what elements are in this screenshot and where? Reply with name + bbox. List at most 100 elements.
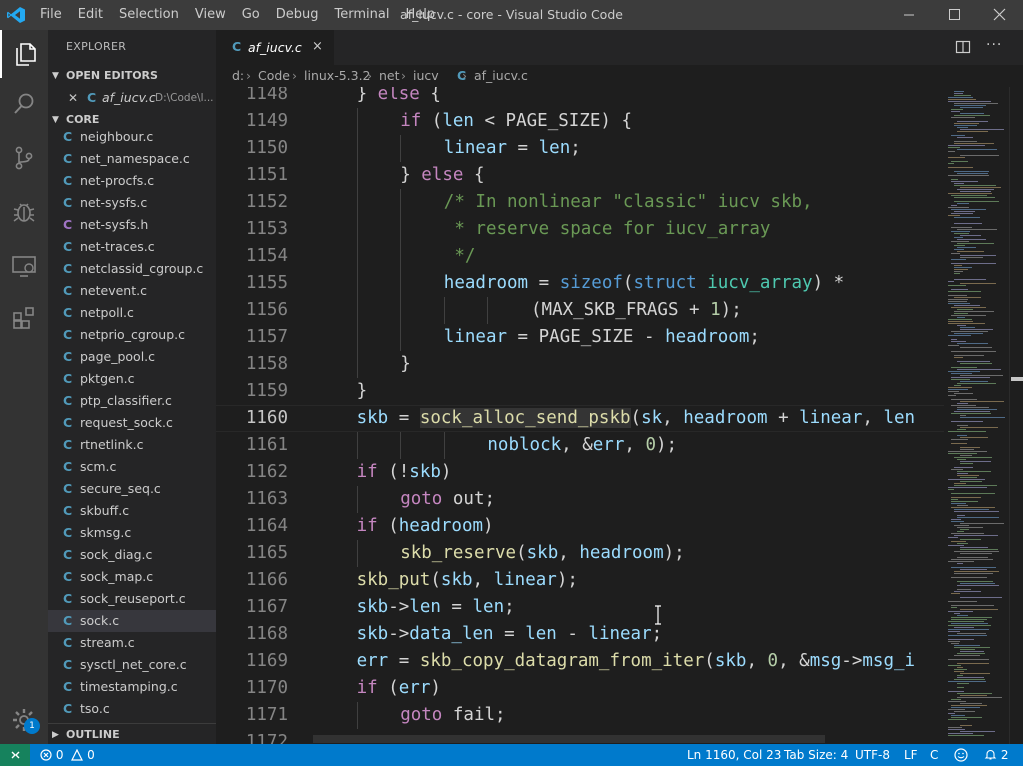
menu-file[interactable]: File (32, 0, 70, 30)
file-item[interactable]: Cptp_classifier.c (48, 390, 216, 412)
code-line[interactable]: 1157 linear = PAGE_SIZE - headroom; (216, 324, 944, 351)
menu-help[interactable]: Help (397, 0, 443, 30)
code-line[interactable]: 1171 goto fail; (216, 702, 944, 729)
file-item[interactable]: Cnet-traces.c (48, 236, 216, 258)
code-line[interactable]: 1163 goto out; (216, 486, 944, 513)
code-line[interactable]: 1153 * reserve space for iucv_array (216, 216, 944, 243)
extensions-icon[interactable] (0, 294, 48, 342)
problems-status[interactable]: 0 0 (40, 744, 95, 766)
line-ending[interactable]: LF (904, 744, 918, 766)
debug-icon[interactable] (0, 188, 48, 236)
vscode-logo-icon[interactable] (6, 6, 26, 24)
notifications-status[interactable]: 2 (984, 744, 1008, 766)
remote-explorer-icon[interactable] (0, 242, 48, 290)
file-item[interactable]: Cstream.c (48, 632, 216, 654)
code-line[interactable]: 1164 if (headroom) (216, 513, 944, 540)
code-line[interactable]: 1168 skb->data_len = len - linear; (216, 621, 944, 648)
vertical-scrollbar[interactable] (1009, 87, 1023, 744)
code-text: skb->data_len = len - linear; (357, 621, 663, 648)
menu-go[interactable]: Go (234, 0, 268, 30)
split-editor-icon[interactable] (955, 39, 971, 55)
breadcrumb-item[interactable]: linux-5.3.2 (304, 65, 371, 87)
file-item[interactable]: Csysctl_net_core.c (48, 654, 216, 676)
file-item[interactable]: Cnetclassid_cgroup.c (48, 258, 216, 280)
breadcrumb-item[interactable]: Code (258, 65, 290, 87)
code-line[interactable]: 1152 /* In nonlinear "classic" iucv skb, (216, 189, 944, 216)
code-line[interactable]: 1155 headroom = sizeof(struct iucv_array)… (216, 270, 944, 297)
file-item[interactable]: Cnet-sysfs.c (48, 192, 216, 214)
remote-button[interactable] (0, 744, 30, 766)
file-item[interactable]: Cnetprio_cgroup.c (48, 324, 216, 346)
menu-terminal[interactable]: Terminal (327, 0, 398, 30)
file-item[interactable]: Csock_reuseport.c (48, 588, 216, 610)
file-item[interactable]: Cnet_namespace.c (48, 148, 216, 170)
horizontal-scrollbar[interactable] (313, 735, 825, 743)
code-line[interactable]: 1150 linear = len; (216, 135, 944, 162)
breadcrumb-item[interactable]: af_iucv.c (474, 65, 528, 87)
feedback-icon[interactable] (954, 744, 968, 766)
file-item[interactable]: Cnetpoll.c (48, 302, 216, 324)
code-line[interactable]: 1166 skb_put(skb, linear); (216, 567, 944, 594)
file-item[interactable]: Cnet-sysfs.h (48, 214, 216, 236)
file-item[interactable]: Csock_map.c (48, 566, 216, 588)
code-line[interactable]: 1148} else { (216, 87, 944, 108)
file-item[interactable]: Cpktgen.c (48, 368, 216, 390)
menu-debug[interactable]: Debug (268, 0, 327, 30)
code-line[interactable]: 1158} (216, 351, 944, 378)
code-line[interactable]: 1151} else { (216, 162, 944, 189)
code-line[interactable]: 1161 noblock, &err, 0); (216, 432, 944, 459)
menu-view[interactable]: View (187, 0, 234, 30)
file-item[interactable]: Csock.c (48, 610, 216, 632)
menu-edit[interactable]: Edit (70, 0, 111, 30)
code-line[interactable]: 1160 skb = sock_alloc_send_pskb(sk, headr… (216, 405, 944, 432)
minimap[interactable] (944, 87, 1009, 744)
file-item[interactable]: Cpage_pool.c (48, 346, 216, 368)
outline-header[interactable]: ▶ OUTLINE (48, 723, 216, 744)
file-item[interactable]: Crtnetlink.c (48, 434, 216, 456)
breadcrumb-item[interactable]: net (379, 65, 400, 87)
files-icon[interactable] (0, 30, 48, 78)
open-editor-item[interactable]: ✕ C af_iucv.c D:\Code\l... (48, 87, 216, 109)
code-line[interactable]: 1162 if (!skb) (216, 459, 944, 486)
code-line[interactable]: 1149 if (len < PAGE_SIZE) { (216, 108, 944, 135)
file-item[interactable]: Csock_diag.c (48, 544, 216, 566)
maximize-button[interactable] (932, 0, 978, 30)
tab-size[interactable]: Tab Size: 4 (784, 744, 848, 766)
file-item[interactable]: Cnet-procfs.c (48, 170, 216, 192)
file-item[interactable]: Crequest_sock.c (48, 412, 216, 434)
encoding[interactable]: UTF-8 (855, 744, 890, 766)
breadcrumb-item[interactable]: iucv (413, 65, 439, 87)
code-line[interactable]: 1159} (216, 378, 944, 405)
code-line[interactable]: 1169 err = skb_copy_datagram_from_iter(sk… (216, 648, 944, 675)
breadcrumb-item[interactable]: d: (232, 65, 244, 87)
close-icon[interactable]: ✕ (68, 87, 78, 109)
code-line[interactable]: 1154 */ (216, 243, 944, 270)
search-icon[interactable] (0, 80, 48, 128)
code-line[interactable]: 1170 if (err) (216, 675, 944, 702)
minimize-button[interactable] (886, 0, 932, 30)
gear-icon[interactable] (0, 696, 48, 744)
file-tree: Cneighbour.c Cnet_namespace.c Cnet-procfs.… (48, 126, 216, 720)
file-item[interactable]: Ctso.c (48, 698, 216, 720)
file-item[interactable]: Cnetevent.c (48, 280, 216, 302)
open-editors-header[interactable]: ▼ OPEN EDITORS (48, 65, 216, 87)
more-actions-icon[interactable]: ··· (986, 37, 1002, 53)
code-lines[interactable]: 1148} else {1149 if (len < PAGE_SIZE) {11… (216, 87, 944, 744)
file-item[interactable]: Cskbuff.c (48, 500, 216, 522)
code-line[interactable]: 1167 skb->len = len; (216, 594, 944, 621)
code-line[interactable]: 1156 (MAX_SKB_FRAGS + 1); (216, 297, 944, 324)
file-item[interactable]: Csecure_seq.c (48, 478, 216, 500)
file-item[interactable]: Cskmsg.c (48, 522, 216, 544)
file-item[interactable]: Cneighbour.c (48, 126, 216, 148)
code-editor[interactable]: 1148} else {1149 if (len < PAGE_SIZE) {11… (216, 87, 1023, 744)
cursor-position[interactable]: Ln 1160, Col 23 (687, 744, 781, 766)
file-item[interactable]: Ctimestamping.c (48, 676, 216, 698)
close-window-button[interactable] (977, 0, 1023, 30)
language-mode[interactable]: C (930, 744, 938, 766)
code-line[interactable]: 1165 skb_reserve(skb, headroom); (216, 540, 944, 567)
close-icon[interactable]: × (312, 39, 323, 54)
file-item[interactable]: Cscm.c (48, 456, 216, 478)
source-control-icon[interactable] (0, 134, 48, 182)
tab-af-iucv[interactable]: C af_iucv.c × (216, 30, 334, 65)
menu-selection[interactable]: Selection (111, 0, 187, 30)
